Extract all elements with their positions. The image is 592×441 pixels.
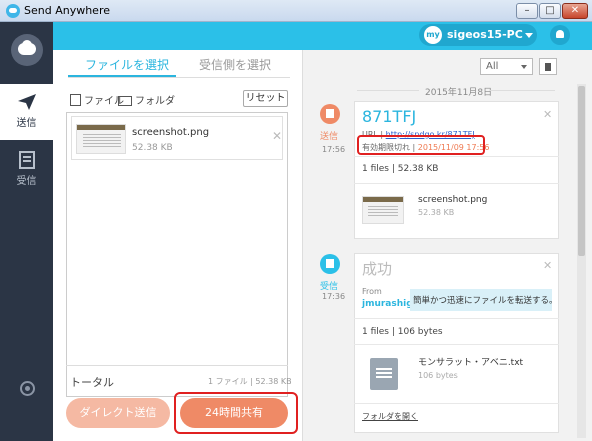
history-date: 2015年11月8日: [425, 88, 493, 98]
total-value: 1 ファイル | 52.38 KB: [208, 377, 292, 386]
close-icon[interactable]: ✕: [543, 259, 552, 272]
receive-entry-label: 受信: [320, 282, 339, 292]
date-divider-right: [490, 90, 555, 91]
app-logo-icon: [6, 4, 20, 18]
card-separator: [354, 344, 559, 345]
history-filter-select[interactable]: All: [480, 58, 533, 75]
side-nav: 送信 受信: [0, 22, 53, 441]
maximize-button[interactable]: □: [539, 3, 561, 19]
close-window-button[interactable]: ✕: [562, 3, 588, 19]
trash-icon[interactable]: [539, 58, 557, 75]
card-separator: [354, 403, 559, 404]
nav-send-label: 送信: [16, 118, 37, 129]
send-timeline-icon: [320, 104, 340, 124]
expire-highlight: [357, 135, 485, 155]
total-label: トータル: [70, 376, 114, 389]
direct-send-button[interactable]: ダイレクト送信: [66, 398, 170, 428]
open-folder-link[interactable]: フォルダを開く: [362, 411, 418, 422]
receive-history-card: [354, 253, 559, 433]
add-folder-button[interactable]: フォルダ: [118, 92, 175, 107]
settings-gear-icon[interactable]: [20, 381, 35, 396]
cloud-logo-icon: [11, 34, 43, 66]
card-separator: [354, 318, 559, 319]
remove-file-icon[interactable]: ✕: [272, 129, 282, 143]
receive-entry-time: 17:36: [322, 292, 346, 301]
file-list: screenshot.png 52.38 KB ✕: [66, 112, 288, 397]
receive-files-summary: 1 files | 106 bytes: [362, 327, 443, 337]
file-thumbnail: [362, 196, 404, 224]
list-item[interactable]: screenshot.png 52.38 KB ✕: [71, 116, 283, 160]
receive-timeline-icon: [320, 254, 340, 274]
scrollbar-thumb[interactable]: [578, 86, 585, 256]
user-device-dropdown[interactable]: my sigeos15-PC: [419, 24, 537, 46]
inbox-icon: [18, 151, 35, 169]
history-filter-value: All: [486, 61, 499, 72]
send-tabs: ファイルを選択 受信側を選択: [53, 50, 303, 78]
received-file-size: 106 bytes: [418, 371, 458, 380]
share-code: 871TFJ: [362, 107, 417, 126]
paper-plane-icon: [17, 94, 36, 110]
tab-divider: [68, 77, 290, 78]
text-document-icon: [370, 358, 398, 390]
tab-select-receiver[interactable]: 受信側を選択: [199, 56, 271, 73]
card-separator: [354, 156, 559, 157]
close-icon[interactable]: ✕: [543, 108, 552, 121]
nav-receive[interactable]: 受信: [0, 142, 53, 198]
file-name: screenshot.png: [132, 127, 210, 138]
sent-file-name: screenshot.png: [418, 195, 488, 205]
send-entry-time: 17:56: [322, 145, 346, 154]
send-files-summary: 1 files | 52.38 KB: [362, 164, 439, 174]
avatar: my: [424, 26, 442, 44]
chevron-down-icon: [521, 65, 527, 69]
add-folder-label: フォルダ: [135, 96, 175, 107]
window-title: Send Anywhere: [24, 4, 110, 17]
reset-button[interactable]: リセット: [243, 90, 288, 107]
from-label: From: [362, 287, 382, 296]
user-device-name: sigeos15-PC: [447, 28, 523, 41]
nav-receive-label: 受信: [16, 176, 37, 187]
notification-bell-icon[interactable]: [550, 25, 570, 45]
active-tab-indicator: [68, 75, 176, 77]
add-file-icon: [70, 94, 81, 106]
card-separator: [354, 183, 559, 184]
receive-status: 成功: [362, 260, 393, 278]
date-divider-left: [357, 90, 419, 91]
nav-send[interactable]: 送信: [0, 84, 53, 140]
tab-select-files[interactable]: ファイルを選択: [85, 56, 169, 73]
sent-file-size: 52.38 KB: [418, 208, 455, 217]
minimize-button[interactable]: –: [516, 3, 538, 19]
add-file-button[interactable]: ファイル: [70, 92, 124, 107]
receive-message: 簡単かつ迅速にファイルを転送する。: [410, 289, 552, 311]
chevron-down-icon: [525, 33, 533, 38]
file-thumbnail: [76, 124, 126, 154]
add-folder-icon: [118, 96, 132, 106]
send-entry-label: 送信: [320, 132, 339, 142]
window-titlebar: Send Anywhere – □ ✕: [0, 0, 592, 22]
received-file-name: モンサラット・アベニ.txt: [418, 358, 524, 368]
share-button-highlight: [174, 392, 298, 434]
file-size: 52.38 KB: [132, 143, 173, 153]
